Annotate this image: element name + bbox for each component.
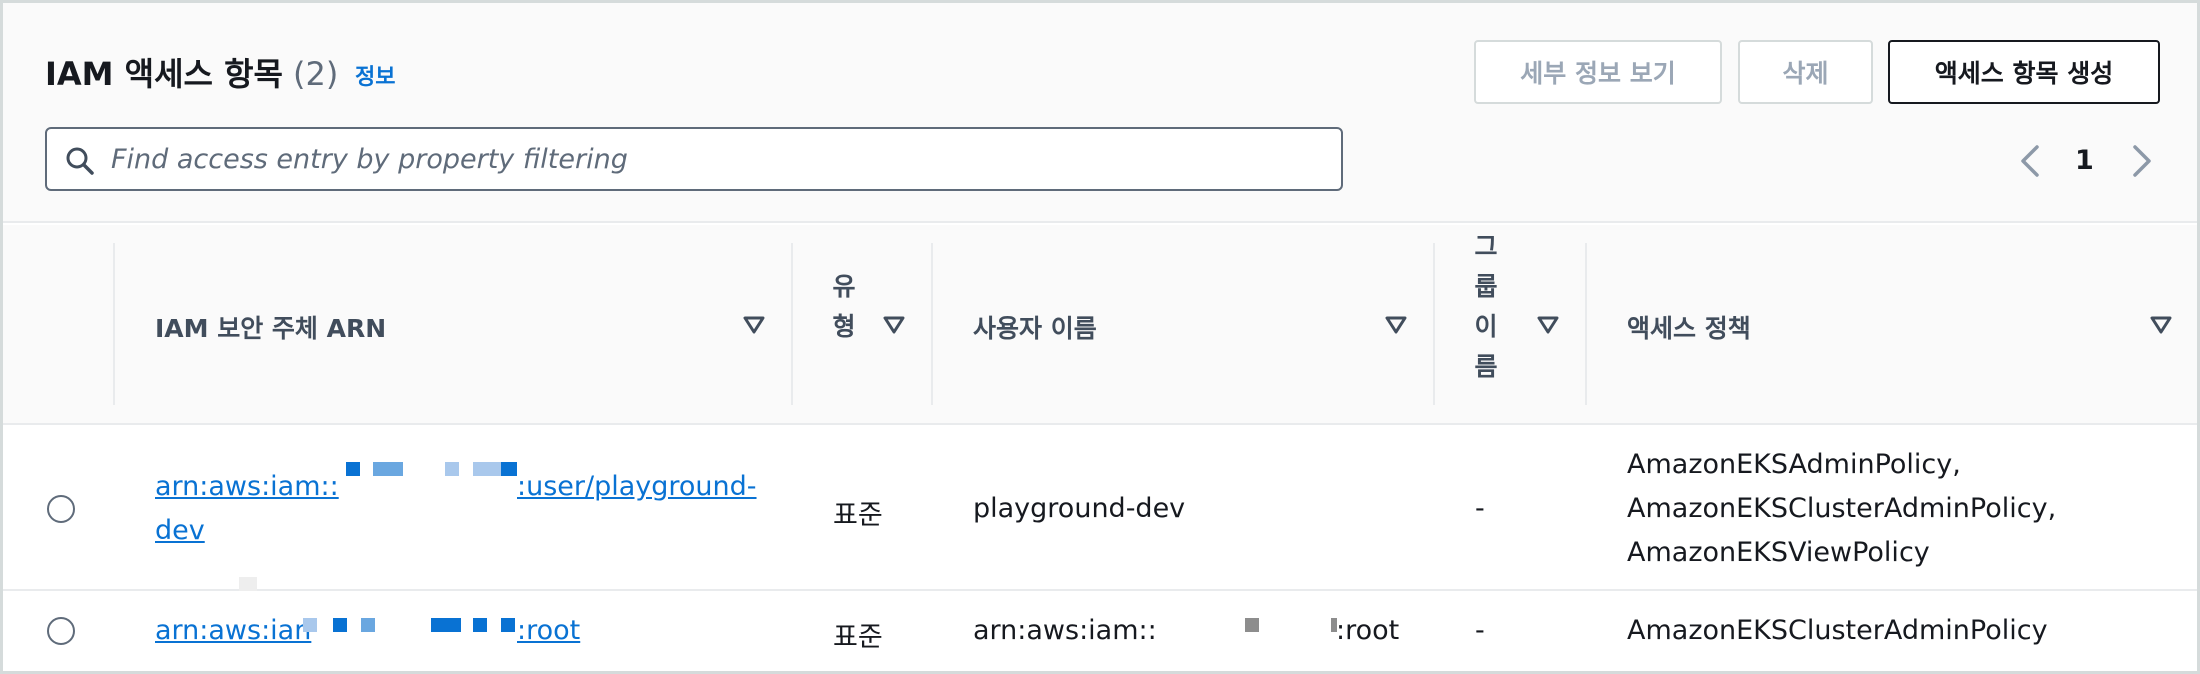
username-cell: playground-dev xyxy=(973,493,1186,524)
sort-caret-down-icon[interactable] xyxy=(1385,316,1407,334)
column-header-username[interactable]: 사용자 이름 xyxy=(973,309,1097,345)
chevron-left-icon[interactable] xyxy=(2015,143,2045,179)
current-page-number[interactable]: 1 xyxy=(2075,145,2094,176)
column-header-type-char: 유 xyxy=(832,272,856,301)
policy-item: AmazonEKSViewPolicy xyxy=(1627,537,1930,568)
arn-link-suffix[interactable]: :user/playground- xyxy=(517,471,757,502)
arn-cell[interactable]: arn:aws:ian xyxy=(155,615,311,646)
column-header-arn[interactable]: IAM 보안 주체 ARN xyxy=(155,309,386,345)
panel-title-text: IAM 액세스 항목 xyxy=(45,55,283,93)
column-header-type[interactable]: 유 형 xyxy=(829,267,859,347)
row-select-radio[interactable] xyxy=(47,617,75,645)
type-cell: 표준 xyxy=(833,622,883,653)
sort-caret-down-icon[interactable] xyxy=(883,316,905,334)
redacted-block xyxy=(333,618,347,632)
column-divider xyxy=(1585,243,1587,405)
search-input[interactable] xyxy=(111,137,1311,181)
column-header-group-char: 름 xyxy=(1474,352,1498,381)
arn-link-prefix[interactable]: arn:aws:ian xyxy=(155,615,311,646)
column-header-group[interactable]: 그 룹 이 름 xyxy=(1471,227,1501,387)
redacted-block xyxy=(445,462,459,476)
entry-count: (2) xyxy=(293,55,339,93)
table-row[interactable]: arn:aws:iam:: :user/playground- dev 표준 p… xyxy=(3,427,2197,591)
arn-link-suffix[interactable]: :root xyxy=(517,615,580,646)
policy-item: AmazonEKSClusterAdminPolicy, xyxy=(1627,493,2057,524)
property-filter[interactable] xyxy=(45,127,1343,191)
arn-link-line2[interactable]: dev xyxy=(155,515,205,546)
create-access-entry-button[interactable]: 액세스 항목 생성 xyxy=(1888,40,2160,104)
info-link[interactable]: 정보 xyxy=(355,59,395,91)
redacted-block xyxy=(473,618,487,632)
sort-caret-down-icon[interactable] xyxy=(743,316,765,334)
group-cell: - xyxy=(1475,493,1485,524)
panel-header: IAM 액세스 항목 (2) 정보 세부 정보 보기 삭제 액세스 항목 생성 1 xyxy=(3,3,2197,223)
panel-title: IAM 액세스 항목 (2) xyxy=(45,49,338,95)
access-entries-panel: IAM 액세스 항목 (2) 정보 세부 정보 보기 삭제 액세스 항목 생성 1… xyxy=(0,0,2200,674)
search-icon xyxy=(66,147,94,175)
group-cell: - xyxy=(1475,615,1485,646)
policy-item: AmazonEKSAdminPolicy, xyxy=(1627,449,1961,480)
arn-cell-suffix[interactable]: :root xyxy=(517,615,580,646)
chevron-right-icon[interactable] xyxy=(2127,143,2157,179)
column-header-group-char: 그 xyxy=(1474,232,1498,261)
column-divider xyxy=(931,243,933,405)
redacted-block xyxy=(346,462,360,476)
sort-caret-down-icon[interactable] xyxy=(2150,316,2172,334)
view-details-button[interactable]: 세부 정보 보기 xyxy=(1474,40,1722,104)
column-header-policy[interactable]: 액세스 정책 xyxy=(1627,309,1751,345)
redacted-block xyxy=(431,618,461,632)
column-header-group-char: 룹 xyxy=(1474,272,1498,301)
redacted-block xyxy=(303,618,317,632)
policy-cell: AmazonEKSAdminPolicy, AmazonEKSClusterAd… xyxy=(1627,443,2056,575)
redacted-block xyxy=(473,462,501,476)
column-header-group-char: 이 xyxy=(1474,312,1498,341)
username-cell-suffix: :root xyxy=(1336,615,1400,646)
table-header: IAM 보안 주체 ARN 유 형 사용자 이름 그 룹 이 름 액세스 정책 xyxy=(3,225,2197,425)
arn-cell-line2[interactable]: dev xyxy=(155,509,205,553)
redacted-block xyxy=(373,462,403,476)
policy-cell: AmazonEKSClusterAdminPolicy xyxy=(1627,615,2048,646)
sort-caret-down-icon[interactable] xyxy=(1537,316,1559,334)
username-cell: arn:aws:iam:: xyxy=(973,615,1157,646)
redacted-block xyxy=(501,618,515,632)
redacted-block xyxy=(501,462,517,476)
arn-link-prefix[interactable]: arn:aws:iam:: xyxy=(155,471,339,502)
column-divider xyxy=(113,243,115,405)
delete-button[interactable]: 삭제 xyxy=(1738,40,1873,104)
redacted-block xyxy=(1245,618,1259,632)
arn-cell[interactable]: arn:aws:iam:: xyxy=(155,465,339,509)
redacted-block xyxy=(361,618,375,632)
column-header-type-char: 형 xyxy=(832,312,856,341)
redacted-block xyxy=(239,577,257,591)
column-divider xyxy=(1433,243,1435,405)
type-cell: 표준 xyxy=(833,500,883,531)
table-row[interactable]: arn:aws:ian :root 표준 arn:aws:iam:: :root… xyxy=(3,593,2197,671)
row-select-radio[interactable] xyxy=(47,495,75,523)
arn-cell-suffix[interactable]: :user/playground- xyxy=(517,465,757,509)
column-divider xyxy=(791,243,793,405)
